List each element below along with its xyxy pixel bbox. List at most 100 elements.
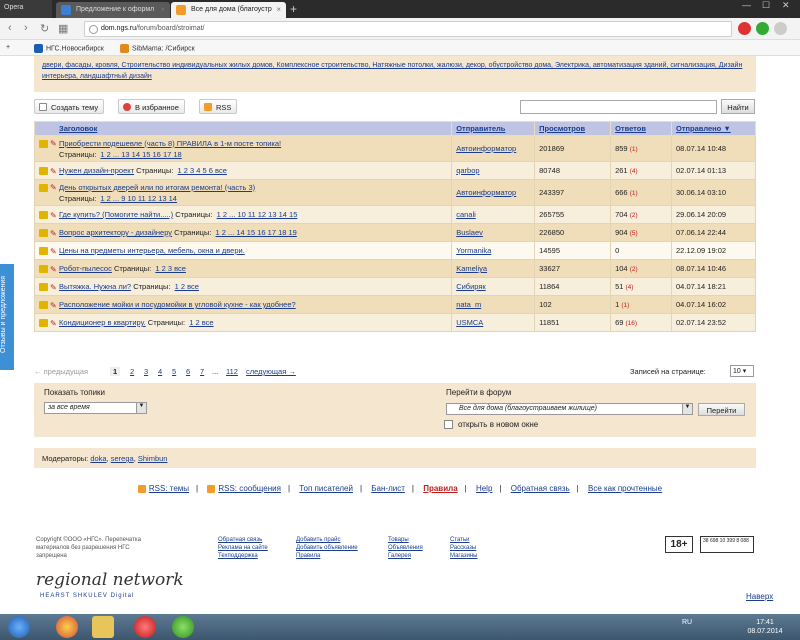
visit-counter[interactable]: 38 698 10 399 8 088: [700, 536, 754, 553]
topic-page-links[interactable]: 1 2 все: [189, 318, 213, 327]
show-topics-select[interactable]: за все время ▼: [44, 402, 147, 414]
topic-link[interactable]: Вопрос архитектору - дизайнеру: [59, 228, 172, 237]
bookmark-sibmama[interactable]: SibMama: /Сибирск: [120, 44, 195, 53]
footer-link[interactable]: Магазины: [450, 552, 477, 560]
author-link[interactable]: Kameliya: [456, 264, 487, 273]
rss-topics-link[interactable]: RSS: темы: [137, 484, 189, 493]
header-sent[interactable]: Отправлено ▼: [671, 121, 756, 136]
moderator-link[interactable]: doka: [90, 454, 106, 463]
footer-link[interactable]: Объявления: [388, 544, 423, 552]
goto-forum-button[interactable]: Перейти: [698, 403, 745, 416]
new-replies-count[interactable]: (1): [630, 146, 638, 153]
search-input[interactable]: [520, 100, 717, 114]
new-window-checkbox[interactable]: [444, 420, 453, 429]
page-5[interactable]: 5: [172, 367, 176, 376]
close-tab-icon[interactable]: ×: [160, 5, 165, 14]
author-link[interactable]: Автоинформатор: [456, 144, 516, 153]
url-field[interactable]: dom.ngs.ru/forum/board/stroimat/: [84, 21, 732, 37]
topic-link[interactable]: Цены на предметы интерьера, мебель, окна…: [59, 246, 245, 255]
extension-icon[interactable]: [756, 22, 769, 35]
minimize-icon[interactable]: —: [742, 0, 751, 10]
add-bookmark-icon[interactable]: +: [6, 44, 10, 51]
page-6[interactable]: 6: [186, 367, 190, 376]
author-link[interactable]: nata_m: [456, 300, 481, 309]
search-button[interactable]: Найти: [721, 99, 755, 114]
next-page-link[interactable]: следующая →: [246, 367, 296, 376]
topic-page-links[interactable]: 1 2 ... 10 11 12 13 14 15: [217, 210, 298, 219]
author-link[interactable]: qarbop: [456, 166, 479, 175]
new-replies-count[interactable]: (5): [630, 230, 638, 237]
topic-page-links[interactable]: 1 2 3 4 5 6 все: [178, 166, 227, 175]
topic-link[interactable]: Кондиционер в квартиру.: [59, 318, 146, 327]
bookmark-ngs[interactable]: НГС.Новосибирск: [34, 44, 104, 53]
topic-page-links[interactable]: 1 2 все: [175, 282, 199, 291]
topic-page-links[interactable]: 1 2 ... 9 10 11 12 13 14: [100, 194, 177, 203]
new-replies-count[interactable]: (1): [621, 302, 629, 309]
rss-messages-link[interactable]: RSS: сообщения: [207, 484, 281, 493]
reload-icon[interactable]: ↻: [40, 22, 49, 35]
topic-link[interactable]: Приобрести подешевле (часть 8) ПРАВИЛА в…: [59, 139, 281, 148]
close-window-icon[interactable]: ✕: [782, 0, 790, 11]
footer-link[interactable]: Галерея: [388, 552, 423, 560]
page-2[interactable]: 2: [130, 367, 134, 376]
top-writers-link[interactable]: Топ писателей: [299, 484, 353, 493]
new-replies-count[interactable]: (16): [626, 320, 638, 327]
tab-home-forum[interactable]: Все для дома (благоустр ×: [171, 2, 286, 18]
per-page-select[interactable]: 10 ▾: [730, 365, 754, 377]
author-link[interactable]: Buslaev: [456, 228, 483, 237]
header-author[interactable]: Отправитель: [451, 121, 536, 136]
page-7[interactable]: 7: [200, 367, 204, 376]
page-3[interactable]: 3: [144, 367, 148, 376]
feedback-link[interactable]: Обратная связь: [511, 484, 570, 493]
new-replies-count[interactable]: (2): [630, 266, 638, 273]
topic-link[interactable]: Где купить? (Помогите найти.....): [59, 210, 173, 219]
new-tab-icon[interactable]: +: [290, 2, 297, 16]
category-list[interactable]: двери, фасады, кровля, Строительство инд…: [42, 62, 742, 80]
back-to-top-link[interactable]: Наверх: [746, 592, 773, 601]
topic-page-links[interactable]: 1 2 3 все: [155, 264, 186, 273]
footer-link[interactable]: Рассказы: [450, 544, 477, 552]
topic-link[interactable]: День открытых дверей или по итогам ремон…: [59, 183, 255, 192]
author-link[interactable]: Автоинформатор: [456, 188, 516, 197]
page-1[interactable]: 1: [110, 367, 121, 376]
new-replies-count[interactable]: (1): [630, 190, 638, 197]
footer-link[interactable]: Добавить объявление: [296, 544, 358, 552]
page-last[interactable]: 112: [226, 367, 238, 376]
footer-link[interactable]: Правила: [296, 552, 358, 560]
header-views[interactable]: Просмотров: [534, 121, 612, 136]
footer-link[interactable]: Реклама на сайте: [218, 544, 268, 552]
prev-page-link[interactable]: ← предыдущая: [34, 367, 88, 376]
topic-page-links[interactable]: 1 2 ... 13 14 15 16 17 18: [100, 150, 181, 159]
author-link[interactable]: canali: [456, 210, 476, 219]
footer-link[interactable]: Товары: [388, 536, 423, 544]
maximize-icon[interactable]: ☐: [762, 0, 770, 11]
rss-button[interactable]: RSS: [199, 99, 238, 114]
topic-link[interactable]: Нужен дизайн-проект: [59, 166, 134, 175]
moderator-link[interactable]: serega: [111, 454, 134, 463]
menu-icon[interactable]: [774, 22, 787, 35]
topic-link[interactable]: Расположение мойки и посудомойки в углов…: [59, 300, 296, 309]
back-icon[interactable]: ‹: [8, 22, 12, 34]
help-link[interactable]: Help: [476, 484, 492, 493]
tab-proposal[interactable]: Предложение к оформл ×: [56, 2, 170, 18]
header-replies[interactable]: Ответов: [610, 121, 673, 136]
feedback-side-tab[interactable]: Отзывы и предложения: [0, 264, 14, 370]
new-replies-count[interactable]: (4): [626, 284, 634, 291]
system-clock[interactable]: 17:41 08.07.2014: [740, 618, 790, 636]
moderator-link[interactable]: Shimbun: [138, 454, 168, 463]
topic-link[interactable]: Вытяжка. Нужна ли?: [59, 282, 131, 291]
chrome-icon[interactable]: [56, 616, 78, 638]
rules-link[interactable]: Правила: [423, 484, 457, 493]
regional-network-logo[interactable]: regional network: [36, 570, 184, 590]
author-link[interactable]: Yormanika: [456, 246, 491, 255]
new-replies-count[interactable]: (2): [630, 212, 638, 219]
language-indicator[interactable]: RU: [682, 619, 692, 626]
ban-list-link[interactable]: Бан-лист: [371, 484, 405, 493]
favorites-button[interactable]: В избранное: [118, 99, 185, 114]
topic-link[interactable]: Робот-пылесос: [59, 264, 112, 273]
header-title[interactable]: Заголовок: [33, 121, 453, 136]
forward-icon[interactable]: ›: [24, 22, 28, 34]
speed-dial-icon[interactable]: ▦: [58, 22, 68, 35]
goto-forum-select[interactable]: Все для дома (благоустраиваем жилище) ▼: [446, 403, 693, 415]
author-link[interactable]: USMCA: [456, 318, 483, 327]
